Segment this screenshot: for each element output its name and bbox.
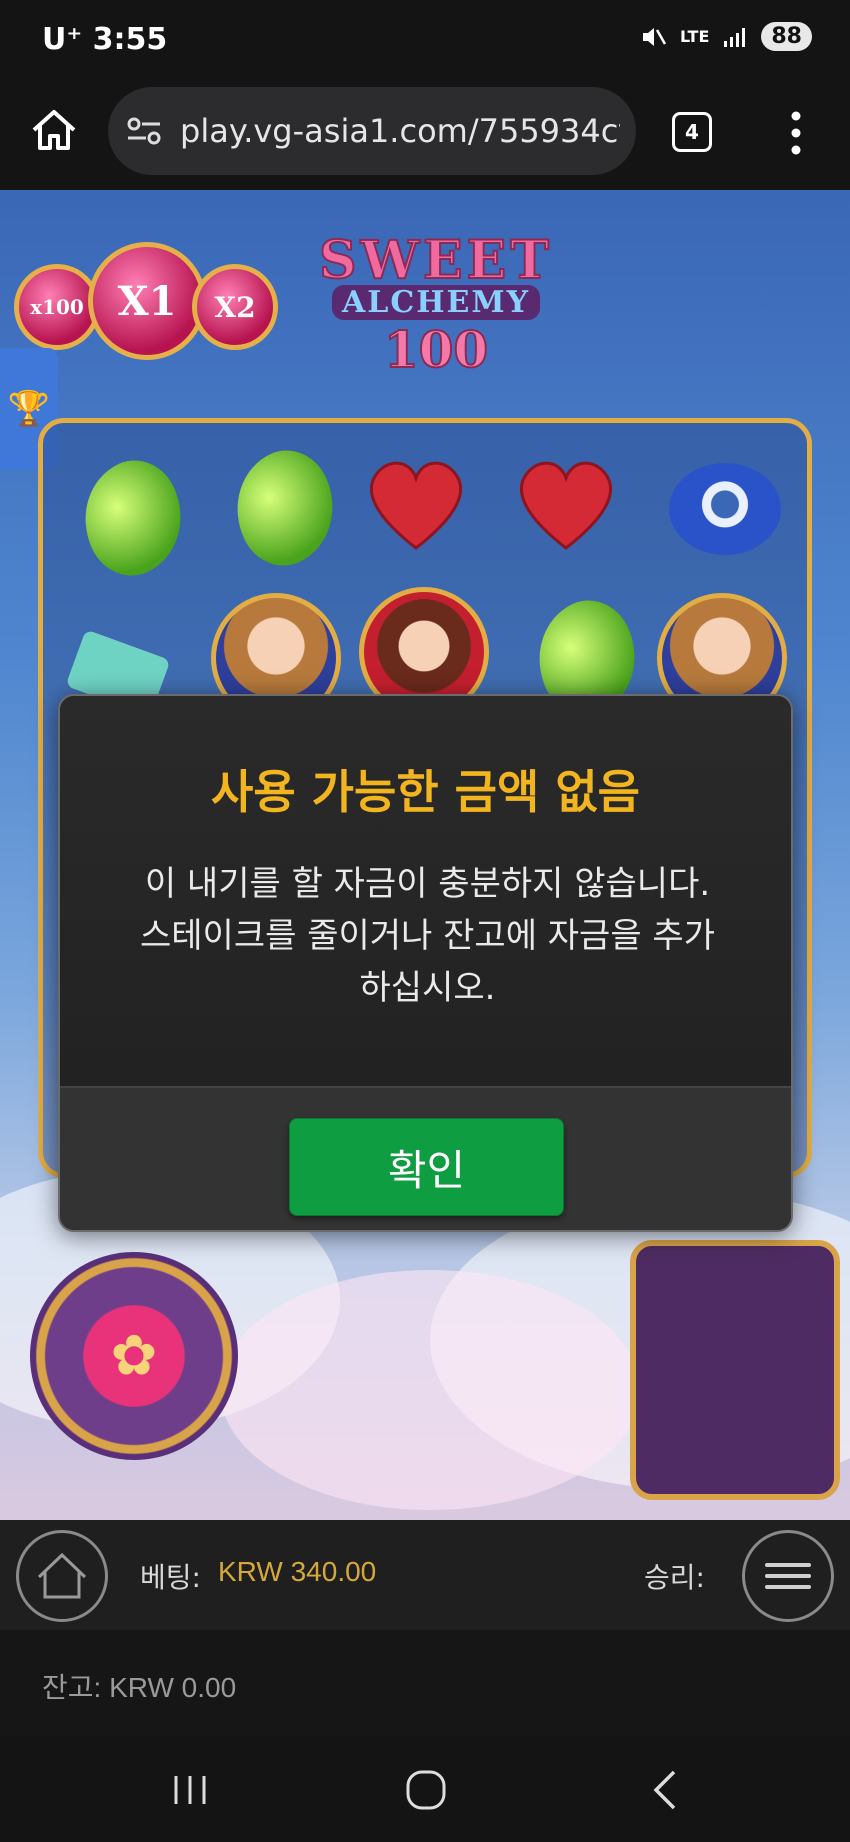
dialog-footer: 확인 [60, 1088, 791, 1230]
buy-feature-panel[interactable] [630, 1240, 840, 1500]
clock: 3:55 [92, 22, 168, 57]
tab-switcher-button[interactable]: 4 [672, 112, 712, 152]
insufficient-funds-dialog: 사용 가능한 금액 없음 이 내기를 할 자금이 충분하지 않습니다. 스테이크… [58, 694, 793, 1232]
blue-donut-symbol [669, 463, 781, 555]
signal-icon [724, 27, 746, 47]
green-bean-symbol [216, 437, 354, 579]
balance-text: 잔고: KRW 0.00 [42, 1672, 237, 1703]
dialog-body: 사용 가능한 금액 없음 이 내기를 할 자금이 충분하지 않습니다. 스테이크… [60, 696, 791, 1088]
multiplier-orb-center: X1 [88, 242, 206, 360]
green-bean-symbol [64, 447, 202, 589]
multiplier-value: X2 [214, 290, 256, 324]
system-nav-bar [0, 1736, 850, 1842]
dialog-message: 이 내기를 할 자금이 충분하지 않습니다. 스테이크를 줄이거나 잔고에 자금… [90, 858, 765, 1014]
flower-icon: ✿ [110, 1323, 158, 1389]
status-icons: LTE 88 [640, 22, 812, 51]
bet-label: 베팅: [140, 1561, 201, 1594]
balance-bar: 잔고: KRW 0.00 [0, 1630, 850, 1736]
site-settings-icon[interactable] [126, 116, 162, 146]
cloud-decoration [220, 1270, 640, 1510]
red-heart-symbol [520, 461, 612, 550]
carrier-label: U⁺ [42, 22, 83, 57]
dialog-message-line: 하십시오. [359, 968, 496, 1008]
network-label: LTE [679, 27, 710, 46]
recent-apps-icon[interactable] [160, 1760, 220, 1820]
bet-amount: KRW 340.00 [218, 1556, 377, 1587]
battery-indicator: 88 [761, 22, 812, 51]
more-menu-icon[interactable] [784, 108, 808, 158]
dialog-title: 사용 가능한 금액 없음 [211, 765, 640, 819]
house-icon [37, 1552, 87, 1599]
home-icon[interactable] [26, 102, 82, 158]
game-logo: SWEET ALCHEMY 100 [286, 229, 586, 380]
red-heart-symbol [370, 461, 462, 550]
win-label: 승리: [644, 1561, 705, 1594]
multiplier-orb-right: X2 [192, 264, 278, 350]
bet-bar: 베팅: KRW 340.00 승리: [0, 1520, 850, 1630]
hamburger-icon [765, 1563, 811, 1589]
browser-toolbar: play.vg-asia1.com/755934cf 4 [0, 78, 850, 190]
game-menu-button[interactable] [742, 1530, 834, 1622]
logo-alchemy: ALCHEMY [331, 285, 541, 320]
logo-sweet: SWEET [318, 229, 553, 292]
mute-icon [642, 27, 666, 46]
status-carrier-time: U⁺ 3:55 [42, 22, 167, 57]
address-bar[interactable]: play.vg-asia1.com/755934cf [108, 87, 636, 175]
back-icon[interactable] [636, 1760, 696, 1820]
home-button[interactable] [16, 1530, 108, 1622]
spin-button[interactable]: ✿ [30, 1252, 238, 1460]
dialog-message-line: 이 내기를 할 자금이 충분하지 않습니다. [144, 864, 711, 904]
status-bar: U⁺ 3:55 LTE 88 [0, 0, 850, 78]
home-nav-icon[interactable] [396, 1760, 456, 1820]
multiplier-value: x100 [30, 295, 84, 319]
ok-button[interactable]: 확인 [289, 1118, 564, 1216]
logo-100: 100 [383, 319, 489, 380]
multiplier-value: X1 [117, 277, 177, 325]
url-text[interactable]: play.vg-asia1.com/755934cf [180, 112, 620, 150]
dialog-message-line: 스테이크를 줄이거나 잔고에 자금을 추가 [140, 916, 715, 956]
multiplier-orb-left: x100 [14, 264, 100, 350]
